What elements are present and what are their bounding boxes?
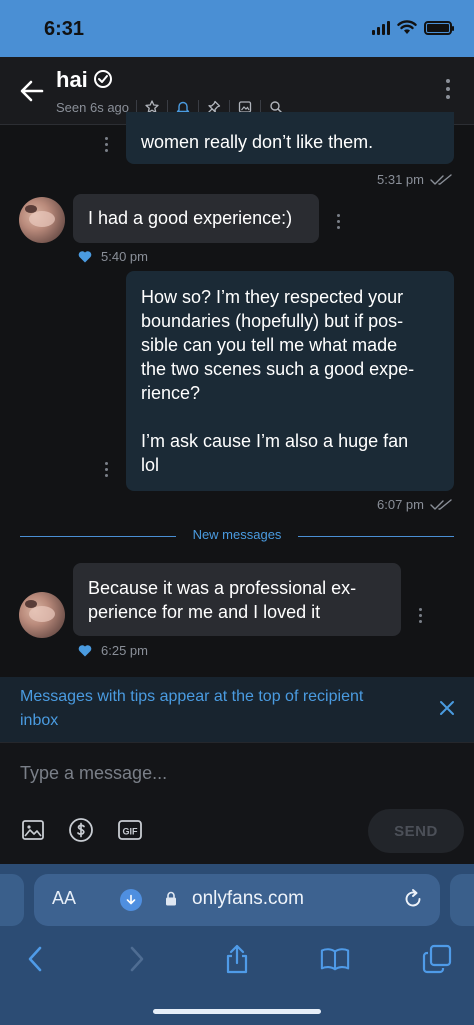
message-options-icon[interactable] [337,214,340,229]
back-chevron-icon[interactable] [20,944,50,974]
heart-icon[interactable] [78,644,92,657]
more-vertical-icon[interactable] [446,79,450,99]
svg-text:GIF: GIF [123,827,139,837]
message-options-icon[interactable] [105,462,108,477]
message-time: 6:25 pm [101,643,148,658]
cellular-signal-icon [372,20,390,35]
avatar[interactable] [19,592,65,638]
share-icon[interactable] [222,944,252,974]
read-receipt-icon [430,173,452,185]
message-text: Because it was a professional ex- perien… [88,578,357,622]
send-button[interactable]: SEND [368,809,464,853]
status-bar: 6:31 [0,0,474,57]
message-text: How so? I’m they respected your boundari… [141,287,415,475]
home-indicator [153,1009,321,1014]
browser-toolbar: AA onlyfans.com [0,864,474,1025]
tip-banner: Messages with tips appear at the top of … [0,677,474,742]
message-input[interactable] [20,759,450,787]
message-meta: 5:31 pm [377,172,452,187]
message-meta: 5:40 pm [78,249,148,264]
bookmarks-icon[interactable] [320,944,350,974]
new-messages-divider: New messages [20,527,454,542]
url-text: onlyfans.com [192,888,304,909]
forward-chevron-icon[interactable] [122,944,152,974]
heart-icon[interactable] [78,250,92,263]
message-options-icon[interactable] [419,608,422,623]
message-options-icon[interactable] [105,137,108,152]
battery-icon [424,20,454,35]
reload-icon[interactable] [402,888,424,910]
message-composer: GIF SEND [0,742,474,864]
wifi-icon [397,20,417,34]
gif-icon[interactable]: GIF [117,817,143,843]
message-time: 5:40 pm [101,249,148,264]
tip-banner-text: Messages with tips appear at the top of … [20,688,364,729]
tabs-icon[interactable] [422,944,452,974]
dollar-icon[interactable] [68,817,94,843]
message-bubble-outgoing: women really don’t like them. [126,112,454,164]
message-meta: 6:07 pm [377,497,452,512]
status-icons [372,20,454,35]
new-messages-label: New messages [192,527,282,542]
next-tab-peek[interactable] [450,874,474,926]
message-text: I had a good experience:) [88,208,293,228]
avatar[interactable] [19,197,65,243]
back-arrow-icon[interactable] [18,77,46,105]
message-time: 6:07 pm [377,497,424,512]
image-icon[interactable] [20,817,46,843]
message-bubble-incoming: I had a good experience:) [73,194,319,243]
address-bar[interactable]: AA onlyfans.com [34,874,440,926]
verified-icon [94,70,112,88]
message-time: 5:31 pm [377,172,424,187]
message-text: women really don’t like them. [141,132,374,152]
message-bubble-outgoing: How so? I’m they respected your boundari… [126,271,454,491]
previous-tab-peek[interactable] [0,874,24,926]
contact-name[interactable]: hai [56,67,88,93]
close-icon[interactable] [438,699,456,717]
last-seen-text: Seen 6s ago [56,99,130,115]
read-receipt-icon [430,498,452,510]
status-time: 6:31 [44,18,85,40]
message-meta: 6:25 pm [78,643,148,658]
message-bubble-incoming: Because it was a professional ex- perien… [73,563,401,636]
